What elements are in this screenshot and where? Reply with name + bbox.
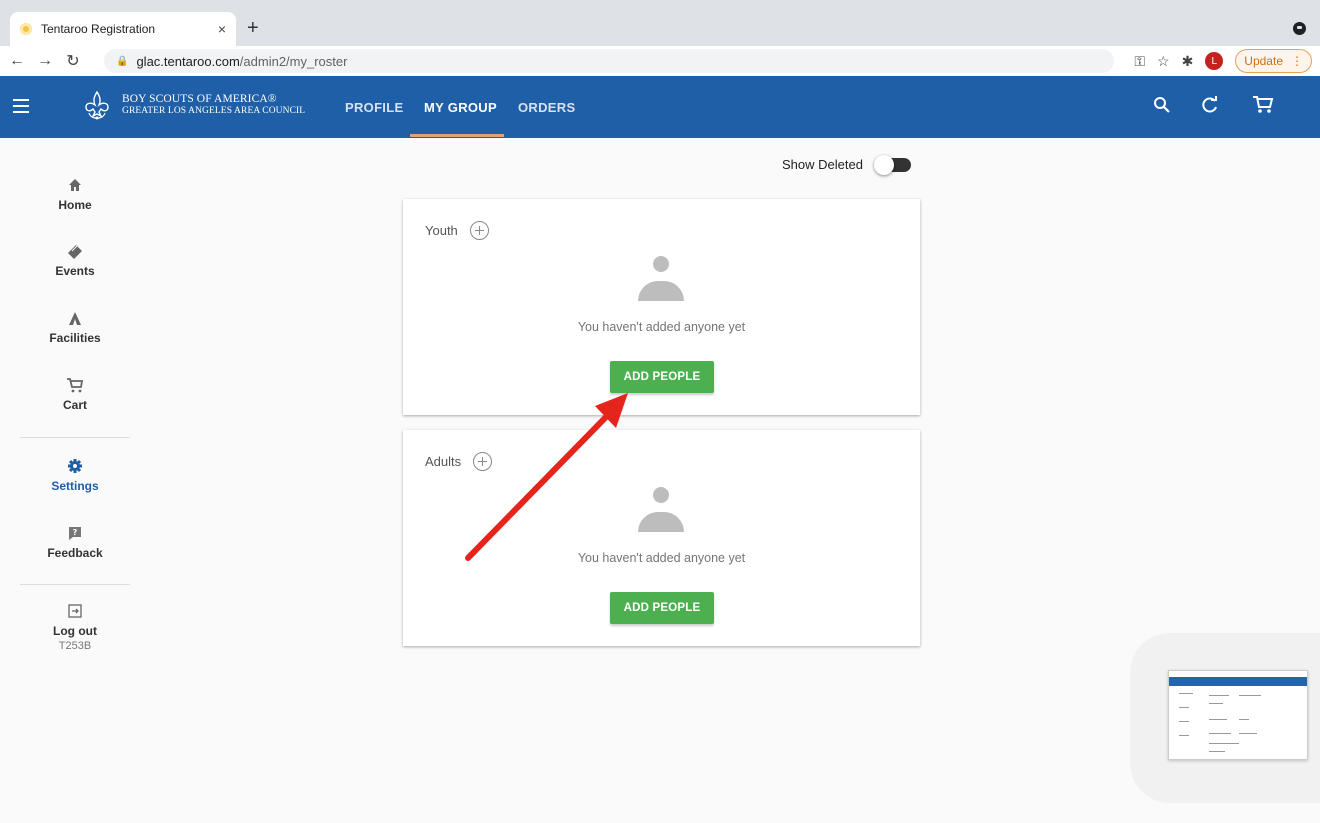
tab-close-icon[interactable]: × — [218, 21, 226, 37]
extensions-icon[interactable]: ✱ — [1182, 53, 1194, 70]
card-title: Adults — [425, 454, 462, 469]
app-header: BOY SCOUTS OF AMERICA® GREATER LOS ANGEL… — [0, 76, 1320, 138]
tab-profile[interactable]: PROFILE — [345, 100, 403, 115]
sidebar-item-settings[interactable]: Settings — [20, 457, 130, 493]
tab-orders[interactable]: ORDERS — [518, 100, 575, 115]
screenshot-thumbnail[interactable] — [1168, 670, 1308, 760]
tent-icon — [69, 312, 81, 325]
browser-toolbar: ← → ↻ 🔒 glac.tentaroo.com/admin2/my_rost… — [0, 46, 1320, 76]
toggle-knob — [873, 154, 894, 175]
sidebar-item-home[interactable]: Home — [20, 176, 130, 212]
org-name-line2: GREATER LOS ANGELES AREA COUNCIL — [122, 106, 306, 116]
kebab-menu-icon: ⋮ — [1291, 54, 1303, 68]
toolbar-actions: ⚿ ☆ ✱ L Update ⋮ — [1134, 49, 1312, 73]
sidebar-divider — [20, 437, 130, 438]
url-path: /admin2/my_roster — [239, 53, 348, 69]
tab-strip: Tentaroo Registration × + — [0, 6, 1320, 46]
show-deleted-label: Show Deleted — [782, 157, 863, 172]
hamburger-menu-icon[interactable] — [13, 99, 29, 113]
bsa-fleur-de-lis-icon — [85, 90, 109, 120]
key-icon[interactable]: ⚿ — [1134, 53, 1145, 70]
sidebar-item-label: Feedback — [47, 546, 103, 560]
update-button[interactable]: Update ⋮ — [1235, 49, 1312, 73]
sidebar-item-label: Settings — [51, 479, 99, 493]
search-icon[interactable] — [1152, 95, 1172, 115]
sidebar-item-label: Events — [55, 264, 95, 278]
address-bar[interactable]: 🔒 glac.tentaroo.com/admin2/my_roster — [104, 49, 1114, 73]
adults-card-header: Adults — [425, 452, 493, 471]
sidebar-item-label: Cart — [62, 398, 87, 412]
add-adult-icon[interactable] — [473, 452, 493, 471]
browser-profile-icon[interactable] — [1293, 22, 1306, 35]
refresh-icon[interactable] — [1200, 95, 1220, 115]
active-tab-indicator — [410, 134, 504, 137]
sidebar-item-cart[interactable]: Cart — [20, 376, 130, 412]
tab-my-group[interactable]: MY GROUP — [424, 100, 497, 115]
account-code: T253B — [58, 640, 92, 652]
org-name-line1: BOY SCOUTS OF AMERICA® — [122, 93, 277, 105]
youth-card: Youth You haven't added anyone yet ADD P… — [403, 199, 920, 415]
tab-title: Tentaroo Registration — [41, 22, 156, 36]
sidebar-item-logout[interactable]: Log out T253B — [20, 602, 130, 652]
cart-icon — [67, 378, 84, 393]
sidebar-item-label: Facilities — [49, 331, 101, 345]
bookmark-star-icon[interactable]: ☆ — [1157, 53, 1170, 70]
page-content: Home Events Facilities Cart Settings ? F… — [0, 138, 1320, 823]
favicon-icon — [20, 23, 32, 35]
browser-chrome: Tentaroo Registration × + ← → ↻ 🔒 glac.t… — [0, 0, 1320, 76]
feedback-icon: ? — [69, 527, 81, 540]
browser-tab[interactable]: Tentaroo Registration × — [10, 12, 236, 46]
adults-card: Adults You haven't added anyone yet ADD … — [403, 430, 920, 646]
empty-message: You haven't added anyone yet — [577, 551, 746, 565]
sidebar-divider — [20, 584, 130, 585]
new-tab-button[interactable]: + — [247, 18, 259, 38]
url-host: glac.tentaroo.com — [136, 53, 240, 69]
profile-avatar[interactable]: L — [1205, 52, 1224, 70]
show-deleted-control: Show Deleted — [782, 154, 911, 175]
svg-text:?: ? — [73, 528, 78, 537]
show-deleted-toggle[interactable] — [873, 154, 911, 175]
person-placeholder-icon — [638, 487, 684, 533]
add-people-button[interactable]: ADD PEOPLE — [610, 361, 714, 393]
card-title: Youth — [425, 223, 458, 238]
tickets-icon — [68, 245, 82, 259]
sidebar-item-label: Log out — [53, 624, 97, 638]
cart-icon[interactable] — [1252, 95, 1274, 115]
home-icon — [69, 179, 81, 191]
org-name[interactable]: BOY SCOUTS OF AMERICA® GREATER LOS ANGEL… — [122, 93, 305, 117]
lock-icon: 🔒 — [116, 55, 129, 67]
back-icon[interactable]: ← — [6, 52, 28, 70]
sidebar-item-label: Home — [58, 198, 92, 212]
sidebar-item-facilities[interactable]: Facilities — [20, 309, 130, 345]
youth-card-header: Youth — [425, 221, 489, 240]
reload-icon[interactable]: ↻ — [62, 51, 84, 71]
add-youth-icon[interactable] — [469, 221, 489, 240]
person-placeholder-icon — [638, 256, 684, 302]
update-label: Update — [1244, 54, 1283, 68]
sidebar-item-feedback[interactable]: ? Feedback — [20, 524, 130, 560]
add-people-button[interactable]: ADD PEOPLE — [610, 592, 714, 624]
empty-message: You haven't added anyone yet — [577, 320, 746, 334]
gear-icon — [68, 459, 82, 473]
sidebar: Home Events Facilities Cart Settings ? F… — [0, 138, 130, 823]
sidebar-item-events[interactable]: Events — [20, 242, 130, 278]
logout-icon — [68, 604, 82, 618]
forward-icon[interactable]: → — [34, 52, 56, 70]
